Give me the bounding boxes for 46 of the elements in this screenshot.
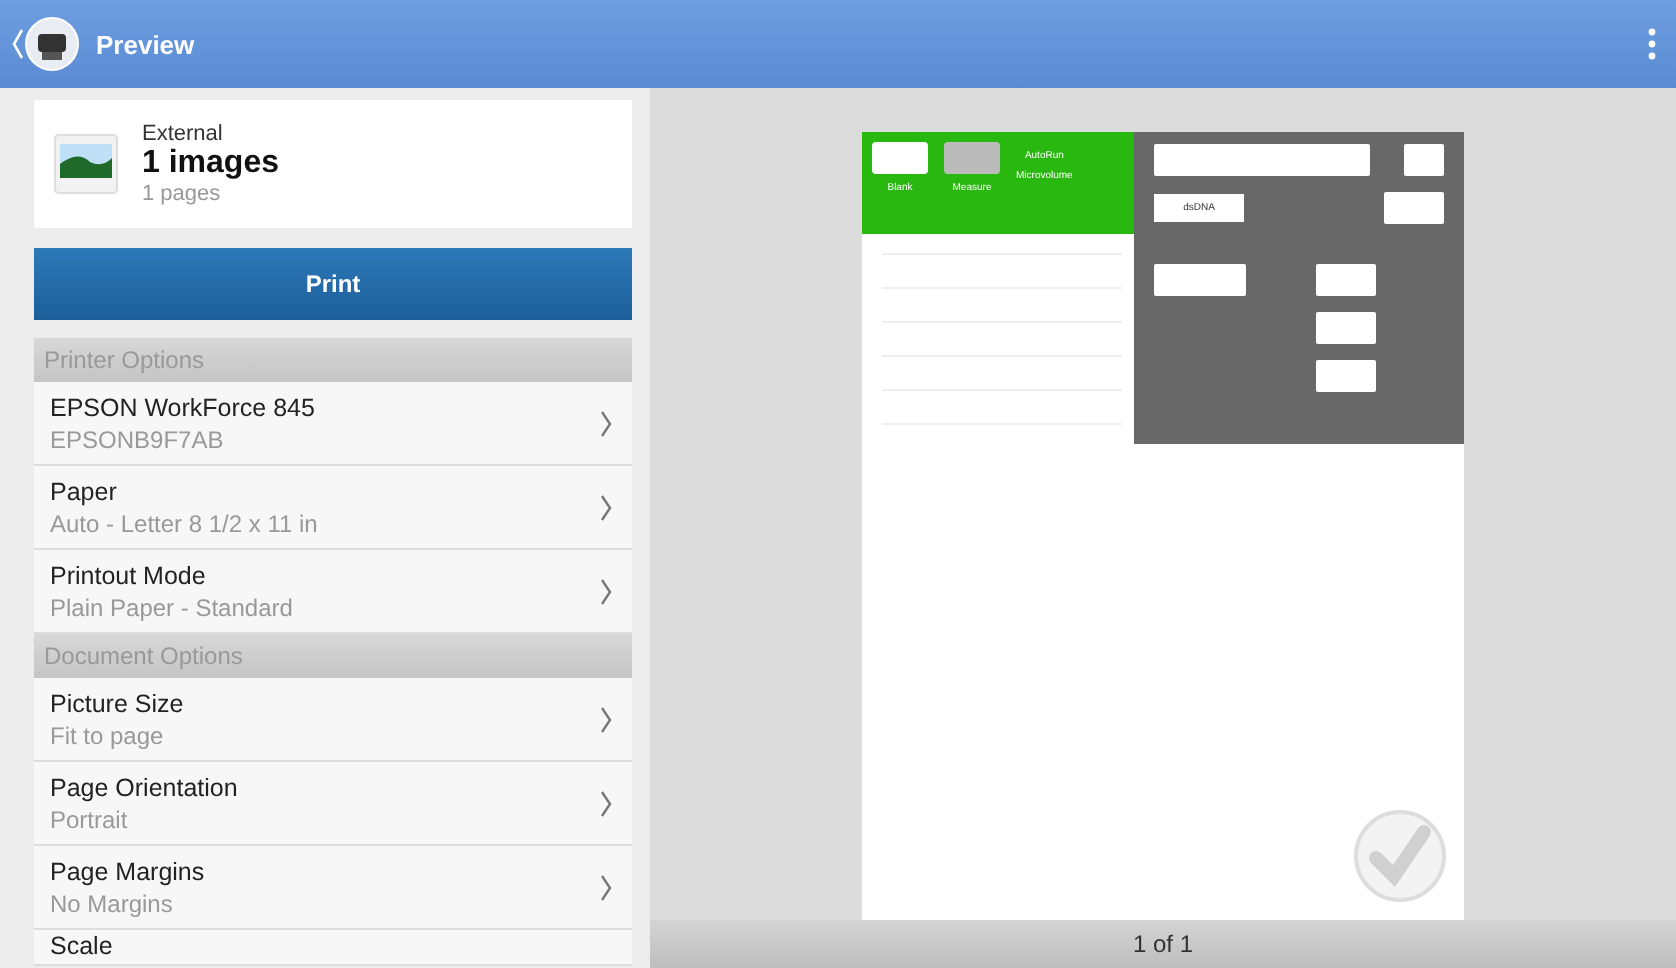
- measure-tile: [944, 142, 1000, 174]
- setting-title: Scale: [50, 932, 115, 960]
- section-header: Printer Options: [34, 338, 632, 382]
- settings-item[interactable]: Scale: [34, 930, 632, 966]
- setting-title: Page Margins: [50, 857, 207, 885]
- section-header: Document Options: [34, 634, 632, 678]
- value-field: [1316, 312, 1376, 344]
- settings-item[interactable]: Paper Auto - Letter 8 1/2 x 11 in: [34, 466, 632, 550]
- app-bar-title: Preview: [96, 29, 195, 59]
- settings-item[interactable]: EPSON WorkForce 845 EPSONB9F7AB: [34, 382, 632, 466]
- value-field: [1154, 264, 1246, 296]
- blank-tile: [872, 142, 928, 174]
- setting-title: Paper: [50, 477, 119, 505]
- chevron-icon: [600, 705, 612, 733]
- value-field: [1384, 192, 1444, 224]
- image-icon: [54, 134, 118, 194]
- setting-value: EPSONB9F7AB: [50, 425, 226, 453]
- setting-title: Printout Mode: [50, 561, 208, 589]
- settings-item[interactable]: Picture Size Fit to page: [34, 678, 632, 762]
- chevron-icon: [600, 493, 612, 521]
- chevron-icon: [600, 577, 612, 605]
- settings-item[interactable]: Page Orientation Portrait: [34, 762, 632, 846]
- value-field: [1316, 360, 1376, 392]
- source-label: External: [142, 122, 225, 146]
- chevron-icon: [600, 873, 612, 901]
- source-title: 1 images: [142, 146, 279, 182]
- menu-icon[interactable]: [1648, 28, 1656, 60]
- checkmark-icon[interactable]: [1352, 808, 1448, 904]
- setting-title: Picture Size: [50, 689, 186, 717]
- chevron-icon: [600, 789, 612, 817]
- print-button[interactable]: Print: [34, 248, 632, 320]
- setting-value: Auto - Letter 8 1/2 x 11 in: [50, 509, 320, 537]
- setting-value: No Margins: [50, 889, 175, 917]
- back-button[interactable]: [12, 12, 80, 76]
- setting-value: Portrait: [50, 805, 130, 833]
- setting-title: Page Orientation: [50, 773, 240, 801]
- setting-value: Plain Paper - Standard: [50, 593, 295, 621]
- number-field: [1404, 144, 1444, 176]
- settings-item[interactable]: Page Margins No Margins: [34, 846, 632, 930]
- setting-value: Fit to page: [50, 721, 166, 749]
- value-field: [1316, 264, 1376, 296]
- chevron-icon: [600, 409, 612, 437]
- setting-title: EPSON WorkForce 845: [50, 393, 317, 421]
- page-count: 1 pages: [142, 182, 223, 206]
- settings-item[interactable]: Printout Mode Plain Paper - Standard: [34, 550, 632, 634]
- page-indicator: 1 of 1: [1132, 930, 1194, 958]
